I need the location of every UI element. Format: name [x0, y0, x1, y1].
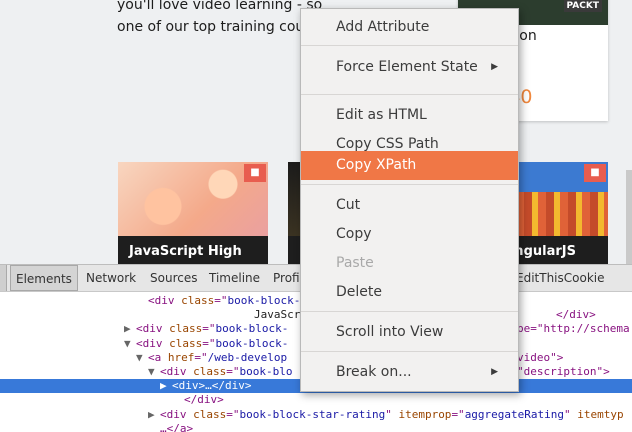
context-menu: Add Attribute Force Element State ▶ Edit as…	[300, 8, 519, 392]
menu-item-label: Delete	[336, 284, 382, 300]
submenu-arrow-icon: ▶	[491, 367, 498, 377]
inspect-element-icon[interactable]	[0, 265, 7, 291]
dom-token: book-block-	[227, 294, 301, 307]
dom-token: ="	[226, 365, 240, 378]
tab-sources[interactable]: Sources	[150, 265, 197, 291]
dom-token: "	[385, 407, 399, 421]
menu-separator	[301, 311, 518, 312]
tab-elements[interactable]: Elements	[10, 265, 78, 291]
menu-item-label: Force Element State	[336, 59, 478, 75]
dom-token: /web-develop	[207, 350, 288, 364]
dom-node-tail: "description">	[517, 365, 610, 378]
dom-token: </div>	[184, 393, 224, 407]
dom-token: <div	[148, 294, 182, 307]
menu-separator	[301, 351, 518, 352]
dom-node-line[interactable]: ▶ <div class="book-block-star-rating" ite…	[0, 408, 632, 422]
menu-item-paste: Paste	[301, 251, 518, 275]
menu-separator	[301, 45, 518, 46]
menu-separator	[301, 184, 518, 185]
expand-arrow-icon[interactable]: ▼	[124, 337, 136, 351]
intro-line-2: one of our top training cours	[117, 19, 318, 35]
dom-token: itemtyp	[577, 407, 624, 421]
collapse-arrow-icon[interactable]: ▶	[124, 322, 136, 336]
book-card[interactable]: ■ JavaScript High	[118, 162, 268, 264]
dom-token: book-block-star-rating	[239, 407, 386, 421]
dom-token: ="	[451, 407, 465, 421]
menu-item-cut[interactable]: Cut	[301, 193, 518, 217]
submenu-arrow-icon: ▶	[491, 62, 498, 72]
dom-token: book-blo	[239, 365, 293, 378]
tab-editthiscookie[interactable]: EditThisCookie	[516, 265, 605, 291]
menu-item-copy-xpath[interactable]: Copy XPath	[301, 151, 518, 180]
menu-item-label: Scroll into View	[336, 324, 444, 340]
dom-token: class	[181, 294, 215, 307]
menu-item-label: Copy CSS Path	[336, 136, 439, 152]
dom-token: itemprop	[398, 407, 452, 421]
collapse-arrow-icon[interactable]: ▶	[148, 408, 160, 422]
menu-separator	[301, 94, 518, 95]
dom-node-line[interactable]: …</a>	[0, 422, 632, 432]
dom-token: book-block-	[215, 322, 289, 336]
dom-token: …</a>	[160, 421, 194, 432]
menu-item-delete[interactable]: Delete	[301, 280, 518, 304]
menu-item-edit-as-html[interactable]: Edit as HTML	[301, 103, 518, 127]
dom-token: class	[193, 407, 227, 421]
dom-token: class	[169, 322, 203, 336]
book-title: JavaScript High	[118, 236, 268, 264]
menu-item-scroll-into-view[interactable]: Scroll into View	[301, 320, 518, 344]
tab-timeline[interactable]: Timeline	[209, 265, 260, 291]
dom-token: ="	[202, 322, 216, 336]
dom-token: ="	[214, 294, 228, 307]
dom-token: ="	[194, 350, 208, 364]
dom-node-tail: video">	[517, 350, 564, 364]
dom-token: book-block-	[215, 336, 289, 350]
expand-arrow-icon[interactable]: ▼	[136, 351, 148, 365]
video-camera-icon: ■	[244, 164, 266, 182]
menu-item-label: Edit as HTML	[336, 107, 427, 123]
menu-item-add-attribute[interactable]: Add Attribute	[301, 15, 518, 39]
dom-node-tail: </div>	[556, 308, 596, 322]
menu-item-label: Copy XPath	[336, 157, 417, 173]
dom-token: <div	[160, 365, 194, 378]
dom-token: <a	[148, 350, 168, 364]
menu-item-break-on[interactable]: Break on... ▶	[301, 360, 518, 384]
menu-item-label: Paste	[336, 255, 374, 271]
intro-text: you'll love video learning - so one of o…	[117, 0, 323, 38]
dom-node-line[interactable]: </div>	[0, 393, 632, 407]
video-camera-icon: ■	[584, 164, 606, 182]
dom-token: class	[169, 336, 203, 350]
dom-token: "	[564, 407, 578, 421]
dom-token: <div>…</div>	[172, 379, 252, 393]
menu-item-label: Add Attribute	[336, 19, 430, 35]
menu-item-label: Cut	[336, 197, 361, 213]
dom-node-tail: pe="http://schema.	[517, 322, 632, 336]
dom-token: <div	[136, 336, 170, 350]
menu-item-copy[interactable]: Copy	[301, 222, 518, 246]
page-scrollbar[interactable]	[626, 170, 632, 264]
dom-token: ="	[226, 407, 240, 421]
dom-token: ="	[202, 336, 216, 350]
menu-item-label: Break on...	[336, 364, 412, 380]
packt-logo: PACKT	[563, 0, 602, 12]
dom-token: class	[193, 365, 227, 378]
dom-token: href	[167, 350, 195, 364]
tab-profiles[interactable]: Profi	[273, 265, 300, 291]
intro-line-1: you'll love video learning - so	[117, 0, 323, 13]
dom-token: <div	[160, 407, 194, 421]
dom-token: aggregateRating	[464, 407, 565, 421]
collapse-arrow-icon[interactable]: ▶	[160, 379, 172, 393]
dom-token: JavaScr	[254, 308, 301, 322]
tab-network[interactable]: Network	[86, 265, 136, 291]
menu-item-label: Copy	[336, 226, 372, 242]
menu-item-force-element-state[interactable]: Force Element State ▶	[301, 55, 518, 79]
dom-token: <div	[136, 322, 170, 336]
expand-arrow-icon[interactable]: ▼	[148, 365, 160, 379]
